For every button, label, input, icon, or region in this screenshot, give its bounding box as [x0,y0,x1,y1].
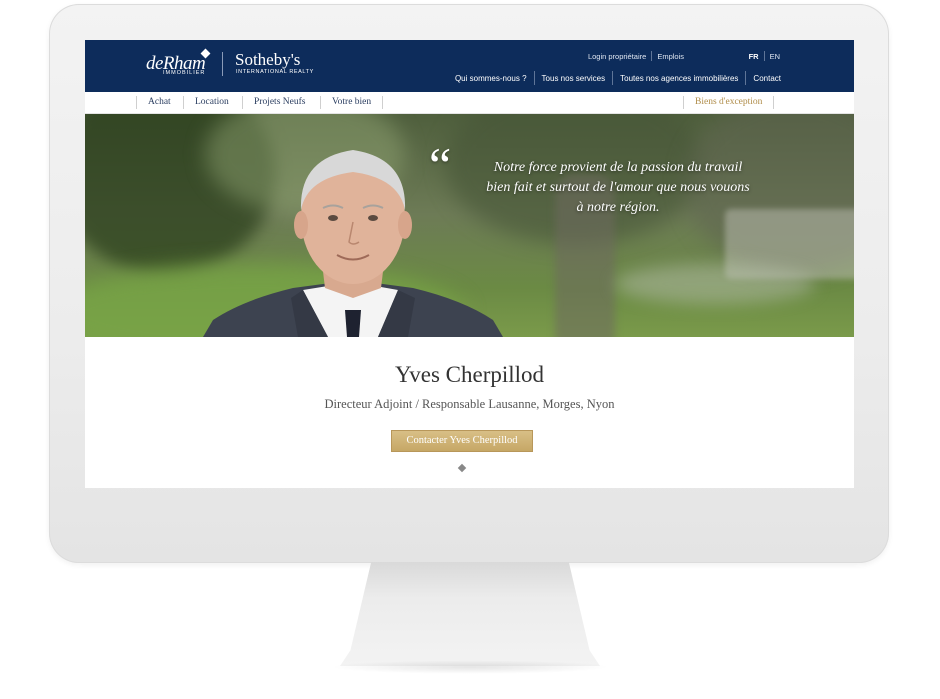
nav-contact[interactable]: Contact [753,74,781,83]
nav-qui-sommes-nous[interactable]: Qui sommes-nous ? [455,74,527,83]
hero-quote-line: bien fait et surtout de l'amour que nous… [486,180,750,195]
profile-title: Directeur Adjoint / Responsable Lausanne… [324,397,615,411]
sub-nav: Achat Location Projets Neufs Votre bien … [85,92,854,114]
sothebys-logo-sub: INTERNATIONAL REALTY [236,69,314,75]
subnav-achat[interactable]: Achat [136,96,182,109]
derham-logo-sub: IMMOBILIER [163,70,206,76]
util-divider [651,51,653,61]
main-nav: Qui sommes-nous ? Tous nos services Tout… [455,71,781,85]
quote-mark-icon: “ [429,137,452,193]
nav-divider [612,71,614,85]
language-switcher: FR EN [749,51,780,61]
profile-name: Yves Cherpillod [394,362,545,387]
sothebys-logo[interactable]: Sotheby's [235,50,300,70]
nav-divider [745,71,747,85]
monitor-stand [340,562,600,666]
lang-en[interactable]: EN [770,52,780,61]
monitor-shadow [330,660,610,674]
portrait-photo [203,150,503,337]
hero-banner: “ Notre force provient de la passion du … [85,114,854,337]
path [615,264,815,304]
site-header: deRham IMMOBILIER Sotheby's INTERNATIONA… [85,40,854,92]
website-screen: deRham IMMOBILIER Sotheby's INTERNATIONA… [85,40,854,488]
subnav-projets-neufs[interactable]: Projets Neufs [242,96,316,109]
nav-agences[interactable]: Toutes nos agences immobilières [620,74,738,83]
subnav-votre-bien[interactable]: Votre bien [320,96,384,109]
hero-quote-line: à notre région. [576,200,660,215]
lang-divider [763,51,765,61]
subnav-biens-exception[interactable]: Biens d'exception [683,96,775,109]
utility-nav: Login propriétaire Emplois [588,51,684,61]
hero-quote: Notre force provient de la passion du tr… [473,158,763,218]
lang-fr[interactable]: FR [749,52,759,61]
hero-quote-line: Notre force provient de la passion du tr… [493,160,743,175]
nav-services[interactable]: Tous nos services [542,74,606,83]
diamond-ornament-icon [457,463,467,473]
contact-button[interactable]: Contacter Yves Cherpillod [391,430,533,452]
subnav-location[interactable]: Location [183,96,240,109]
util-link-login[interactable]: Login propriétaire [588,52,646,61]
nav-divider [533,71,535,85]
util-link-emplois[interactable]: Emplois [657,52,684,61]
logo-divider [222,52,223,76]
